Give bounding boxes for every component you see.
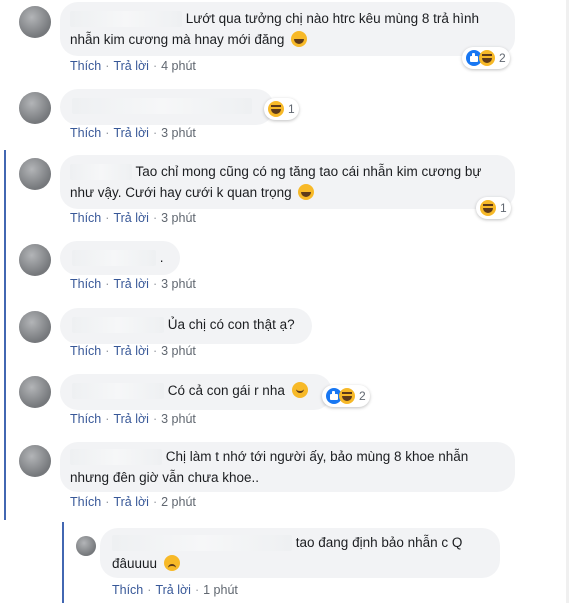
avatar[interactable] [19, 92, 51, 124]
timestamp[interactable]: 2 phút [161, 495, 196, 509]
reply-button[interactable]: Trả lời [113, 211, 149, 225]
timestamp[interactable]: 1 phút [203, 583, 238, 597]
comment-text: Ủa chị có con thật ạ? [167, 317, 295, 332]
reaction-summary[interactable]: 1 [476, 197, 511, 219]
reaction-count: 1 [288, 102, 295, 116]
haha-reaction-icon [339, 388, 355, 404]
reply-button[interactable]: Trả lời [113, 344, 149, 358]
comment-bubble: Có cả con gái r nha [60, 374, 332, 410]
separator: · [152, 126, 158, 140]
haha-reaction-icon [268, 101, 284, 117]
reply-thread-indicator [62, 522, 64, 603]
haha-reaction-icon [480, 200, 496, 216]
separator: · [194, 583, 200, 597]
author-name-redacted[interactable] [70, 164, 132, 181]
comment-actions: Thích · Trả lời · 3 phút [70, 211, 196, 225]
separator: · [152, 211, 158, 225]
reply-button[interactable]: Trả lời [113, 412, 149, 426]
comment-actions: Thích · Trả lời · 2 phút [70, 495, 196, 509]
separator: · [152, 344, 158, 358]
reaction-count: 2 [499, 51, 506, 65]
separator: · [105, 126, 110, 140]
author-name-redacted[interactable] [70, 449, 162, 466]
timestamp[interactable]: 3 phút [161, 211, 196, 225]
reply-button[interactable]: Trả lời [113, 59, 149, 73]
separator: · [152, 412, 158, 426]
like-button[interactable]: Thích [70, 211, 101, 225]
haha-reaction-icon [479, 50, 495, 66]
reaction-summary[interactable]: 2 [322, 385, 370, 407]
like-button[interactable]: Thích [70, 126, 101, 140]
separator: · [152, 495, 158, 509]
timestamp[interactable]: 3 phút [161, 344, 196, 358]
like-button[interactable]: Thích [70, 412, 101, 426]
rofl-emoji [298, 184, 315, 200]
author-name-redacted[interactable] [70, 11, 182, 28]
like-button[interactable]: Thích [70, 495, 101, 509]
separator: · [147, 583, 152, 597]
comment-bubble: Ủa chị có con thật ạ? [60, 308, 312, 344]
comment-bubble: Chị làm t nhớ tới người ấy, bảo mùng 8 k… [60, 442, 515, 492]
separator: · [105, 412, 110, 426]
reply-button[interactable]: Trả lời [113, 495, 149, 509]
timestamp[interactable]: 3 phút [161, 412, 196, 426]
comment-bubble: Tao chỉ mong cũng có ng tăng tao cái nhẫ… [60, 155, 515, 209]
like-button[interactable]: Thích [70, 277, 101, 291]
avatar[interactable] [19, 158, 51, 190]
author-name-redacted[interactable] [72, 383, 164, 400]
avatar[interactable] [19, 445, 51, 477]
avatar[interactable] [19, 311, 51, 343]
like-button[interactable]: Thích [112, 583, 143, 597]
avatar[interactable] [19, 244, 51, 276]
timestamp[interactable]: 3 phút [161, 126, 196, 140]
timestamp[interactable]: 4 phút [161, 59, 196, 73]
comment-bubble [60, 89, 274, 125]
comment-text: Có cả con gái r nha [167, 383, 285, 398]
separator: · [105, 344, 110, 358]
author-name-redacted[interactable] [112, 535, 292, 552]
separator: · [152, 277, 158, 291]
smile-emoji [291, 382, 308, 398]
timestamp[interactable]: 3 phút [161, 277, 196, 291]
reply-bubble: tao đang định bảo nhẫn c Q đâuuuu [100, 528, 500, 578]
reply-button[interactable]: Trả lời [113, 126, 149, 140]
thread-indicator [4, 150, 6, 520]
reaction-summary[interactable]: 2 [462, 47, 510, 69]
comment-actions: Thích · Trả lời · 3 phút [70, 344, 196, 358]
author-name-redacted[interactable] [72, 250, 156, 267]
laugh-emoji [291, 31, 308, 47]
comment-text: . [159, 250, 164, 265]
comment-actions: Thích · Trả lời · 3 phút [70, 126, 196, 140]
separator: · [105, 277, 110, 291]
separator: · [105, 211, 110, 225]
reaction-count: 1 [500, 201, 507, 215]
like-button[interactable]: Thích [70, 344, 101, 358]
comment-actions: Thích · Trả lời · 3 phút [70, 412, 196, 426]
comment-bubble: . [60, 241, 180, 275]
comment-actions: Thích · Trả lời · 3 phút [70, 277, 196, 291]
comment-actions: Thích · Trả lời · 4 phút [70, 59, 196, 73]
reaction-summary[interactable]: 1 [264, 98, 299, 120]
author-name-redacted[interactable] [72, 317, 164, 334]
reply-button[interactable]: Trả lời [155, 583, 191, 597]
separator: · [105, 59, 110, 73]
avatar[interactable] [19, 6, 51, 38]
comment-text: Tao chỉ mong cũng có ng tăng tao cái nhẫ… [70, 164, 482, 200]
reply-button[interactable]: Trả lời [113, 277, 149, 291]
author-name-redacted[interactable] [72, 98, 252, 115]
comment-bubble: Lướt qua tưởng chị nào htrc kêu mùng 8 t… [60, 2, 515, 56]
reaction-count: 2 [359, 389, 366, 403]
separator: · [152, 59, 158, 73]
avatar[interactable] [19, 376, 51, 408]
reply-actions: Thích · Trả lời · 1 phút [112, 583, 238, 597]
sad-emoji [163, 555, 180, 571]
reply-avatar[interactable] [76, 536, 96, 556]
like-button[interactable]: Thích [70, 59, 101, 73]
separator: · [105, 495, 110, 509]
